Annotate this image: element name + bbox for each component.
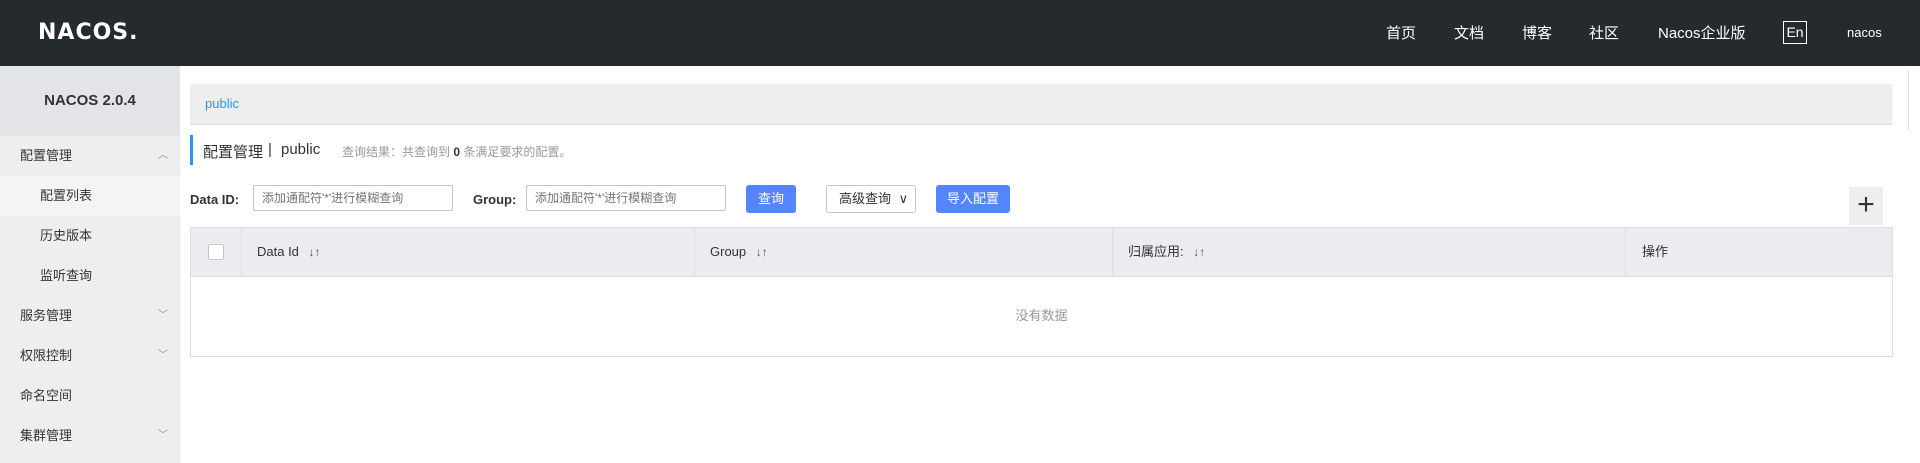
group-input[interactable]	[526, 185, 726, 211]
nacos-logo[interactable]: NACOS.	[38, 18, 139, 48]
title-namespace: public	[281, 141, 321, 158]
column-divider	[241, 228, 242, 276]
query-result-text: 查询结果：共查询到 0 条满足要求的配置。	[342, 143, 571, 160]
column-header-group[interactable]: Group ↓↑	[710, 228, 768, 276]
chevron-down-icon: ﹀	[158, 430, 168, 441]
column-header-dataid[interactable]: Data Id ↓↑	[257, 228, 321, 276]
sidebar-item-history[interactable]: 历史版本	[0, 216, 180, 256]
sidebar: NACOS 2.0.4 配置管理 ︿ 配置列表 历史版本 监听查询 服务管理 ﹀…	[0, 66, 180, 463]
user-menu[interactable]: nacos	[1847, 25, 1882, 40]
import-config-button[interactable]: 导入配置	[936, 185, 1010, 213]
column-divider	[1625, 228, 1626, 276]
scrollbar[interactable]	[1908, 70, 1909, 130]
advanced-query-label: 高级查询	[839, 191, 892, 206]
namespace-link-public[interactable]: public	[205, 96, 239, 111]
result-count: 0	[453, 145, 461, 159]
title-separator: |	[268, 141, 272, 158]
result-prefix: 查询结果：共查询到	[342, 145, 451, 159]
top-navbar: NACOS. 首页 文档 博客 社区 Nacos企业版 En nacos	[0, 0, 1920, 66]
group-label: Group:	[473, 192, 517, 207]
column-header-actions: 操作	[1642, 244, 1669, 259]
empty-state-text: 没有数据	[1015, 308, 1068, 323]
sort-icon[interactable]: ↓↑	[1193, 245, 1205, 259]
select-all-checkbox[interactable]	[208, 244, 224, 260]
add-config-button[interactable]: +	[1849, 187, 1883, 225]
sidebar-group-config[interactable]: 配置管理 ︿	[0, 136, 180, 176]
table-header: Data Id ↓↑ Group ↓↑ 归属应用: ↓↑ 操作	[191, 228, 1892, 277]
sort-icon[interactable]: ↓↑	[756, 245, 768, 259]
column-label: 归属应用:	[1128, 244, 1184, 259]
query-button[interactable]: 查询	[746, 185, 796, 213]
language-switch-button[interactable]: En	[1783, 21, 1807, 44]
sidebar-group-cluster[interactable]: 集群管理 ﹀	[0, 416, 180, 456]
namespace-bar: public	[190, 84, 1892, 125]
sidebar-item-namespace[interactable]: 命名空间	[0, 376, 180, 416]
column-header-app[interactable]: 归属应用: ↓↑	[1128, 228, 1205, 276]
chevron-down-icon: ∨	[898, 191, 909, 206]
column-label: Group	[710, 244, 747, 259]
advanced-query-button[interactable]: 高级查询 ∨	[826, 185, 916, 213]
config-table: Data Id ↓↑ Group ↓↑ 归属应用: ↓↑ 操作 没有数据	[190, 227, 1893, 357]
nav-blog[interactable]: 博客	[1522, 22, 1552, 43]
page-title: 配置管理	[203, 144, 264, 161]
sidebar-item-config-list[interactable]: 配置列表	[0, 176, 180, 216]
sidebar-group-label: 集群管理	[20, 428, 73, 443]
column-label: Data Id	[257, 244, 299, 259]
nav-community[interactable]: 社区	[1589, 22, 1619, 43]
sidebar-group-label: 命名空间	[20, 388, 73, 403]
dataid-label: Data ID:	[190, 192, 240, 207]
result-suffix: 条满足要求的配置。	[463, 145, 572, 159]
version-label: NACOS 2.0.4	[0, 66, 180, 136]
column-divider	[1112, 228, 1113, 276]
nav-docs[interactable]: 文档	[1454, 22, 1484, 43]
sidebar-group-label: 权限控制	[20, 348, 73, 363]
nav-enterprise[interactable]: Nacos企业版	[1658, 22, 1746, 43]
sidebar-group-service[interactable]: 服务管理 ﹀	[0, 296, 180, 336]
sidebar-group-label: 服务管理	[20, 308, 73, 323]
nav-home[interactable]: 首页	[1386, 22, 1416, 43]
chevron-down-icon: ﹀	[158, 350, 168, 361]
sidebar-group-label: 配置管理	[20, 148, 73, 163]
chevron-up-icon: ︿	[158, 150, 168, 161]
column-divider	[694, 228, 695, 276]
sidebar-group-auth[interactable]: 权限控制 ﹀	[0, 336, 180, 376]
title-accent-bar	[190, 135, 193, 165]
sidebar-item-listener-query[interactable]: 监听查询	[0, 256, 180, 296]
chevron-down-icon: ﹀	[158, 310, 168, 321]
sort-icon[interactable]: ↓↑	[309, 245, 321, 259]
dataid-input[interactable]	[253, 185, 453, 211]
